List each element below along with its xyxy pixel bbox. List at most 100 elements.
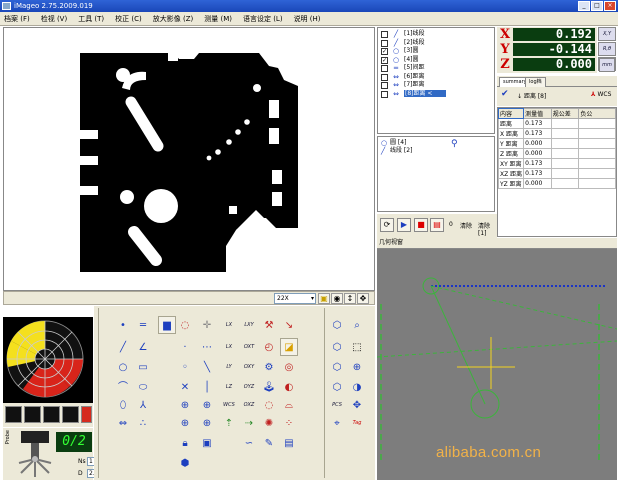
zoom-in-icon[interactable]: ⊕ — [348, 358, 366, 376]
wcs-icon[interactable]: WCS — [220, 396, 238, 414]
feature-item[interactable]: ⇔ [7]距离 — [378, 81, 494, 90]
menu-tools[interactable]: 工具 (T) — [78, 14, 104, 24]
stop-button[interactable]: ■ — [414, 218, 428, 232]
feature-item[interactable]: ✓ ○ [3]圆 — [378, 47, 494, 56]
lxy-icon[interactable]: LXY — [240, 316, 258, 334]
camera-image-view[interactable] — [3, 27, 375, 291]
menu-file[interactable]: 档案 (F) — [4, 14, 30, 24]
move-icon[interactable]: ✥ — [357, 293, 369, 304]
menu-view[interactable]: 检视 (V) — [41, 14, 67, 24]
col-content[interactable]: 内容 — [497, 108, 525, 119]
auto-circle-icon[interactable]: ◌ — [176, 316, 194, 334]
tag-icon[interactable]: Tag — [348, 414, 366, 432]
menu-measure[interactable]: 测量 (M) — [204, 14, 232, 24]
cycle-icon[interactable]: ◐ — [280, 378, 298, 396]
light-preset-thumb[interactable] — [62, 406, 79, 423]
table-row[interactable]: Y 距离 0.000 — [497, 138, 616, 149]
table-row[interactable]: X 距离 0.173 — [497, 128, 616, 139]
play-button[interactable]: ▶ — [397, 218, 411, 232]
lz-icon[interactable]: LZ — [220, 378, 238, 396]
feature-item[interactable]: ⇔ [6]距离 — [378, 73, 494, 82]
cross-icon[interactable]: ✕ — [176, 378, 194, 396]
oxy-icon[interactable]: OXY — [240, 358, 258, 376]
lx-icon[interactable]: LX — [220, 338, 238, 356]
menu-help[interactable]: 说明 (H) — [294, 14, 321, 24]
lock-icon[interactable]: 🔒︎ — [176, 434, 194, 452]
feature-item[interactable]: ╱ [1]线段 — [378, 30, 494, 39]
report-icon[interactable]: ▤ — [430, 218, 444, 232]
chart-icon[interactable]: ◪ — [280, 338, 298, 356]
sample-points-icon[interactable]: ⁘ — [280, 414, 298, 432]
feature-checkbox[interactable] — [381, 65, 388, 72]
maximize-button[interactable]: □ — [591, 1, 603, 11]
circle-icon[interactable]: ○ — [114, 358, 132, 376]
dot-point-icon[interactable]: · — [176, 338, 194, 356]
clear-button[interactable]: 清除 — [460, 221, 472, 230]
cube-icon[interactable]: ⬡ — [328, 338, 346, 356]
joystick-icon[interactable]: 🕹︎ — [260, 378, 278, 396]
path-icon[interactable]: ∽ — [240, 434, 258, 452]
capture-icon[interactable]: ◎ — [280, 358, 298, 376]
move-up-icon[interactable]: ⇡ — [220, 414, 238, 432]
oyz-icon[interactable]: OYZ — [240, 378, 258, 396]
target-icon[interactable]: ⊕ — [176, 414, 194, 432]
close-button[interactable]: × — [604, 1, 616, 11]
measure-tool-icon[interactable]: ⚒ — [260, 316, 278, 334]
needle-icon[interactable]: ↘ — [280, 316, 298, 334]
camera-icon[interactable]: ◉ — [331, 293, 343, 304]
intersection-icon[interactable]: ⅄ — [134, 396, 152, 414]
light-preset-thumb[interactable] — [5, 406, 22, 423]
edge-line-icon[interactable]: ╲ — [198, 358, 216, 376]
stamp-icon[interactable]: ⬢ — [176, 454, 194, 472]
rotate-icon[interactable]: ◑ — [348, 378, 366, 396]
feature-item-selected[interactable]: ⇔ [8]距离 < — [378, 89, 494, 99]
feature-checkbox[interactable]: ✓ — [381, 48, 388, 55]
col-upper-tol[interactable]: 规公差 — [550, 108, 580, 119]
crosshair-icon[interactable]: ✛ — [198, 316, 216, 334]
scatter-points-icon[interactable]: ∴ — [134, 414, 152, 432]
menu-language[interactable]: 语言设定 (L) — [243, 14, 283, 24]
table-row[interactable]: XY 距离 0.173 — [497, 158, 616, 169]
lx-icon[interactable]: LX — [220, 316, 238, 334]
feature-checkbox[interactable] — [381, 73, 388, 81]
checkmark-icon[interactable]: ✔ — [501, 89, 509, 99]
cube-icon[interactable]: ⬡ — [328, 316, 346, 334]
table-row[interactable]: YZ 距离 0.000 — [497, 178, 616, 189]
point-icon[interactable]: • — [114, 316, 132, 334]
feature-checkbox[interactable] — [381, 39, 388, 47]
step-icon[interactable]: ⟳ — [380, 218, 394, 232]
units-button[interactable]: mm|in — [598, 57, 616, 99]
polar-button[interactable]: R,θ — [598, 42, 616, 56]
table-row[interactable]: Z 距离 0.000 — [497, 148, 616, 159]
tab-log[interactable]: log档 — [525, 77, 546, 87]
vertical-line-icon[interactable]: │ — [198, 378, 216, 396]
cube-icon[interactable]: ⬡ — [328, 378, 346, 396]
target-icon[interactable]: ⊕ — [198, 396, 216, 414]
menu-calibrate[interactable]: 校正 (C) — [115, 14, 142, 24]
zoom-icon[interactable]: ⌕ — [348, 316, 366, 334]
oxt-icon[interactable]: OXT — [240, 338, 258, 356]
move-right-icon[interactable]: ⇢ — [240, 414, 258, 432]
slot-icon[interactable]: ⬭ — [134, 378, 152, 396]
arc-icon[interactable]: ⌒ — [114, 378, 132, 396]
parallel-lines-icon[interactable]: ═ — [134, 316, 152, 334]
table-row[interactable]: 距离 0.173 — [497, 118, 616, 129]
clear-all-button[interactable]: 清除 [1] — [478, 221, 497, 237]
gear-points-icon[interactable]: ✺ — [260, 414, 278, 432]
circle-points-icon[interactable]: ◌ — [260, 396, 278, 414]
cube-icon[interactable]: ⬡ — [328, 358, 346, 376]
gauge-icon[interactable]: ◴ — [260, 338, 278, 356]
image-icon[interactable]: ▆ — [158, 316, 176, 334]
power-icon[interactable] — [81, 406, 92, 423]
dot-line-icon[interactable]: ⋯ — [198, 338, 216, 356]
pen-icon[interactable]: ✎ — [260, 434, 278, 452]
reference-item[interactable]: ╱ 线段 [2] — [378, 147, 494, 155]
edge-point-icon[interactable]: ◦ — [176, 358, 194, 376]
wcs-button[interactable]: ⅄ WCS — [591, 91, 611, 98]
feature-item[interactable]: ✓ ○ [4]圆 — [378, 56, 494, 65]
vertical-arrows-icon[interactable]: ↕ — [344, 293, 356, 304]
folder-icon[interactable]: ▣ — [318, 293, 330, 304]
pin-icon[interactable]: ⚲ — [451, 139, 458, 149]
col-measured[interactable]: 测量值 — [523, 108, 552, 119]
minimize-button[interactable]: _ — [578, 1, 590, 11]
